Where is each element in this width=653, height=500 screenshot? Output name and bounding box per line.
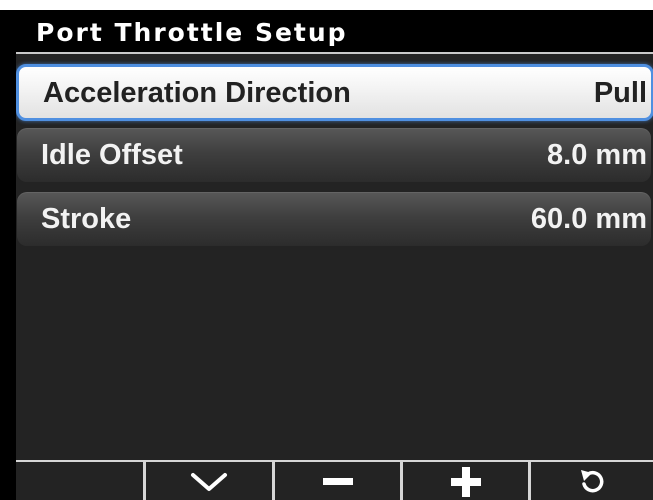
title-bar: Port Throttle Setup [16, 10, 653, 54]
device-screen: Port Throttle Setup Acceleration Directi… [0, 10, 653, 500]
setting-row-stroke[interactable]: Stroke 60.0 mm [17, 192, 651, 246]
page-title: Port Throttle Setup [36, 18, 348, 47]
setting-label: Acceleration Direction [43, 76, 351, 109]
setting-label: Idle Offset [41, 139, 183, 171]
setting-label: Stroke [41, 203, 132, 235]
display-area: Port Throttle Setup Acceleration Directi… [16, 10, 653, 500]
chevron-down-icon [191, 473, 227, 491]
plus-icon [450, 467, 481, 497]
undo-icon [581, 470, 604, 493]
softkey-bar [16, 460, 653, 500]
softkey-back[interactable] [531, 462, 653, 500]
softkey-blank[interactable] [16, 462, 146, 500]
minus-icon [322, 478, 353, 485]
setting-row-idle-offset[interactable]: Idle Offset 8.0 mm [17, 128, 651, 182]
setting-value: 8.0 mm [547, 139, 647, 171]
setting-value: Pull [593, 76, 647, 109]
softkey-decrease[interactable] [275, 462, 403, 500]
softkey-increase[interactable] [403, 462, 531, 500]
setting-value: 60.0 mm [530, 203, 647, 235]
softkey-down[interactable] [146, 462, 275, 500]
setting-row-acceleration-direction[interactable]: Acceleration Direction Pull [16, 64, 653, 121]
